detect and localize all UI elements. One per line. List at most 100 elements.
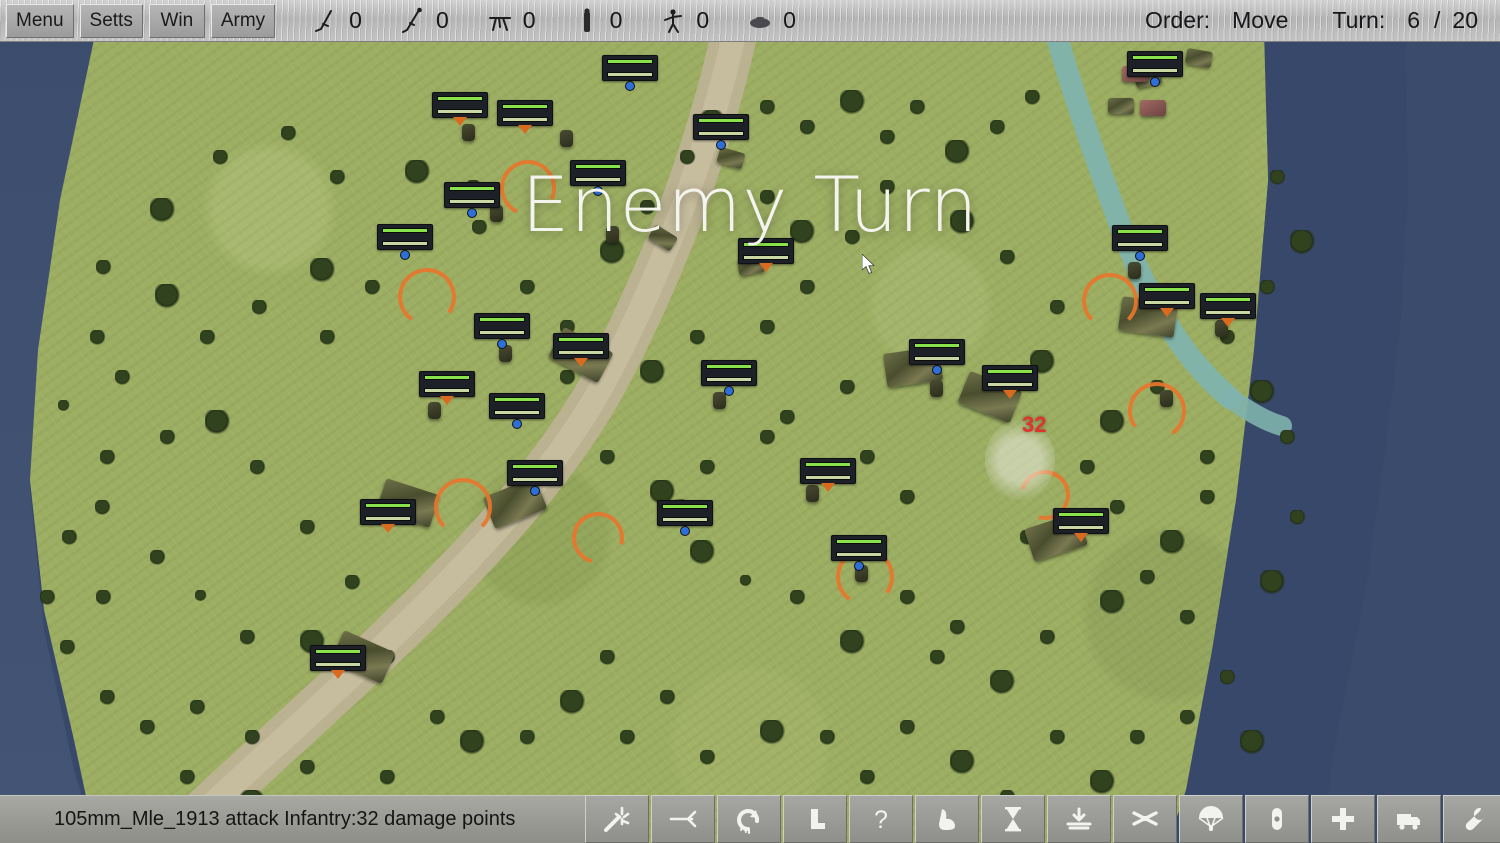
selection-ring	[434, 478, 492, 536]
marker-panel	[982, 365, 1038, 391]
tree-icon	[1180, 610, 1196, 626]
unit-marker[interactable]	[602, 55, 658, 91]
marker-panel	[909, 339, 965, 365]
unit-marker[interactable]	[497, 100, 553, 134]
top-toolbar: Menu Setts Win Army 0 0 0 0 0 0 Order: Move Turn…	[0, 0, 1500, 42]
unit-marker[interactable]	[831, 535, 887, 571]
unit-marker[interactable]	[1139, 283, 1195, 317]
medic-cross-icon[interactable]	[1311, 795, 1375, 843]
tree-icon	[205, 410, 231, 436]
damaged-vehicle-sprite[interactable]	[1140, 100, 1166, 116]
unit-marker[interactable]	[738, 238, 794, 272]
experience-bar	[575, 177, 621, 182]
tree-icon	[840, 630, 866, 656]
wrench-icon[interactable]	[1443, 795, 1500, 843]
infantry-sprite[interactable]	[606, 226, 619, 243]
tree-icon	[1250, 380, 1276, 406]
marker-dot	[724, 386, 734, 396]
unit-marker[interactable]	[1127, 51, 1183, 87]
unit-marker[interactable]	[1053, 508, 1109, 542]
boot-icon[interactable]	[915, 795, 979, 843]
unit-marker[interactable]	[444, 182, 500, 218]
unit-marker[interactable]	[310, 645, 366, 679]
infantry-sprite[interactable]	[1128, 262, 1141, 279]
tree-icon	[1290, 230, 1316, 256]
unit-marker[interactable]	[570, 160, 626, 196]
tree-icon	[640, 200, 656, 216]
marker-panel	[701, 360, 757, 386]
marker-dot	[1150, 77, 1160, 87]
menu-button[interactable]: Menu	[6, 3, 74, 38]
health-bar	[805, 462, 851, 467]
magic-wand-icon[interactable]	[585, 795, 649, 843]
tree-icon	[1110, 500, 1126, 516]
health-bar	[479, 317, 525, 322]
tree-icon	[560, 690, 586, 716]
tree-icon	[950, 620, 966, 636]
army-button[interactable]: Army	[210, 3, 276, 38]
health-bar	[502, 104, 548, 109]
unit-marker[interactable]	[1200, 293, 1256, 327]
unit-marker[interactable]	[419, 371, 475, 405]
win-button[interactable]: Win	[148, 3, 205, 38]
tree-icon	[405, 160, 431, 186]
entrench-icon[interactable]	[1047, 795, 1111, 843]
marker-pointer	[453, 117, 467, 126]
unit-marker[interactable]	[507, 460, 563, 496]
marker-panel	[444, 182, 500, 208]
stat-value: 0	[609, 7, 623, 33]
health-bar	[607, 59, 653, 64]
order-indicator: Order: Move	[1145, 7, 1288, 34]
experience-bar	[424, 388, 470, 393]
marker-pointer	[518, 125, 532, 134]
unit-marker[interactable]	[377, 224, 433, 260]
infantry-sprite[interactable]	[560, 130, 573, 147]
marker-dot	[530, 486, 540, 496]
question-mark-icon[interactable]: ?	[849, 795, 913, 843]
parachute-icon[interactable]	[1179, 795, 1243, 843]
marker-panel	[377, 224, 433, 250]
settings-button[interactable]: Setts	[79, 3, 143, 38]
airplane-icon[interactable]	[1113, 795, 1177, 843]
tree-icon	[900, 590, 916, 606]
unit-marker[interactable]	[657, 500, 713, 536]
marker-dot	[625, 81, 635, 91]
unit-marker[interactable]	[701, 360, 757, 396]
unit-marker[interactable]	[982, 365, 1038, 399]
marker-panel	[657, 500, 713, 526]
unit-marker[interactable]	[1112, 225, 1168, 261]
tree-icon	[690, 540, 716, 566]
vehicle-sprite[interactable]	[1108, 98, 1134, 114]
unit-marker[interactable]	[360, 499, 416, 533]
tree-icon	[195, 590, 207, 602]
unit-marker[interactable]	[474, 313, 530, 349]
unit-marker[interactable]	[800, 458, 856, 492]
unit-marker[interactable]	[693, 114, 749, 150]
unit-marker[interactable]	[909, 339, 965, 375]
tree-icon	[740, 575, 752, 587]
boat-icon[interactable]	[1245, 795, 1309, 843]
tree-icon	[1090, 770, 1116, 796]
unit-marker[interactable]	[553, 333, 609, 367]
infantry-sprite[interactable]	[930, 380, 943, 397]
marker-dot	[854, 561, 864, 571]
boot-corner-icon[interactable]	[783, 795, 847, 843]
unit-marker[interactable]	[489, 393, 545, 429]
marker-panel	[1139, 283, 1195, 309]
marker-dot	[467, 208, 477, 218]
hourglass-icon[interactable]	[981, 795, 1045, 843]
truck-icon[interactable]	[1377, 795, 1441, 843]
undo-rotate-icon[interactable]	[717, 795, 781, 843]
experience-bar	[743, 255, 789, 260]
infantry-sprite[interactable]	[462, 124, 475, 141]
unit-marker[interactable]	[432, 92, 488, 126]
experience-bar	[502, 117, 548, 122]
turn-label: Turn:	[1332, 7, 1386, 33]
marker-panel	[693, 114, 749, 140]
arrow-left-icon[interactable]	[651, 795, 715, 843]
tree-icon	[1025, 90, 1041, 106]
tree-icon	[880, 130, 896, 146]
tree-icon	[150, 198, 176, 224]
battlefield-map[interactable]: 32	[0, 0, 1500, 843]
marker-panel	[800, 458, 856, 484]
